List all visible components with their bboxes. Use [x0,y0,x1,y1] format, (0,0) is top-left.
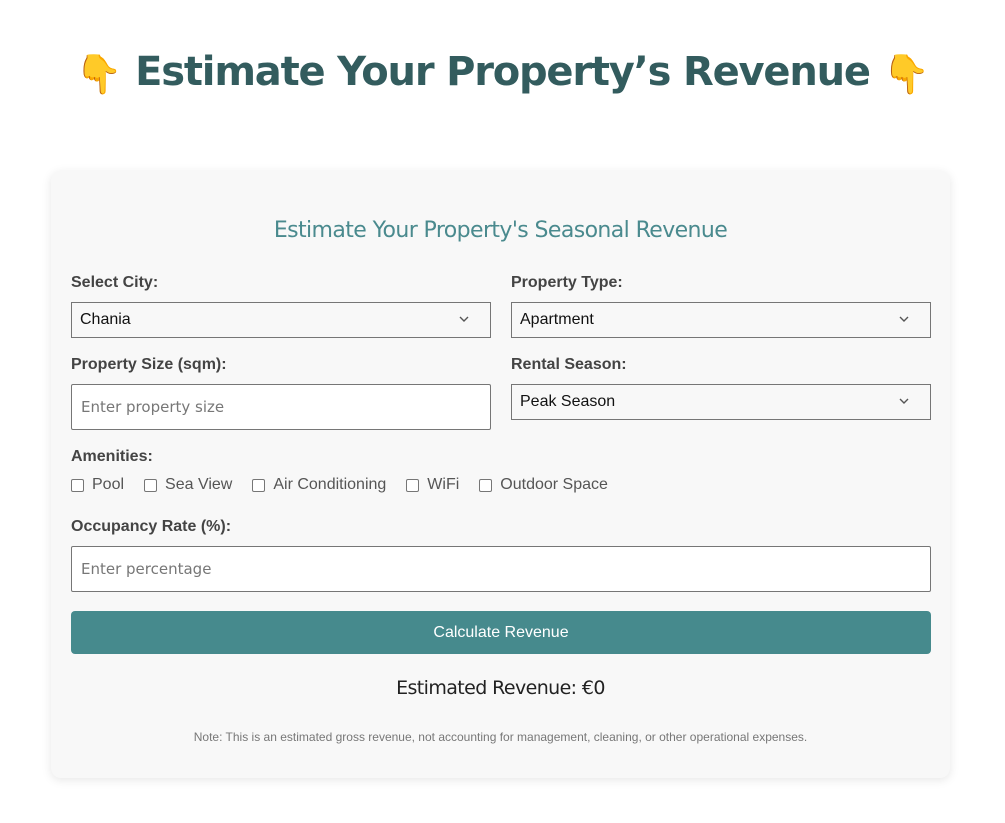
disclaimer-note: Note: This is an estimated gross revenue… [193,730,808,744]
amenity-air-conditioning[interactable]: Air Conditioning [252,475,386,495]
chevron-down-icon [899,398,909,404]
property-size-label: Property Size (sqm): [71,356,227,373]
property-type-select-value: Apartment [520,311,594,328]
chevron-down-icon [459,316,469,322]
amenity-outdoor-space[interactable]: Outdoor Space [479,475,608,495]
page-title-text: Estimate Your Property’s Revenue [135,49,871,95]
city-label: Select City: [71,274,159,291]
estimated-revenue-result: Estimated Revenue: €0 [396,677,605,699]
amenity-label: Pool [92,476,125,493]
amenity-label: Air Conditioning [273,476,387,493]
chevron-down-icon [899,316,909,322]
city-select[interactable]: Chania [71,302,491,338]
property-type-select[interactable]: Apartment [511,302,931,338]
city-select-value: Chania [80,311,131,328]
amenity-label: WiFi [427,476,460,493]
pointing-down-hand-icon: 👇 [882,52,930,96]
occupancy-input[interactable] [71,546,931,592]
air-conditioning-checkbox[interactable] [252,478,266,492]
amenity-sea-view[interactable]: Sea View [144,475,232,495]
wifi-checkbox[interactable] [406,478,420,492]
page-title: 👇 Estimate Your Property’s Revenue 👇 [0,44,1005,102]
rental-season-select-value: Peak Season [520,393,616,410]
amenities-checkbox-group: Pool Sea View Air Conditioning WiFi Outd… [71,475,628,495]
rental-season-select[interactable]: Peak Season [511,384,931,420]
amenity-label: Sea View [165,476,233,493]
calculate-revenue-button[interactable]: Calculate Revenue [71,611,931,654]
amenities-label: Amenities: [71,448,153,465]
pool-checkbox[interactable] [71,478,84,492]
rental-season-label: Rental Season: [511,356,627,373]
property-size-input[interactable] [71,384,491,430]
outdoor-space-checkbox[interactable] [479,478,493,492]
amenity-pool[interactable]: Pool [71,475,124,495]
revenue-form-card: Estimate Your Property's Seasonal Revenu… [51,171,950,778]
form-title: Estimate Your Property's Seasonal Revenu… [273,218,728,243]
property-type-label: Property Type: [511,274,623,291]
pointing-down-hand-icon: 👇 [75,52,123,96]
sea-view-checkbox[interactable] [144,478,158,492]
amenity-label: Outdoor Space [500,476,608,493]
amenity-wifi[interactable]: WiFi [406,475,459,495]
occupancy-label: Occupancy Rate (%): [71,518,232,535]
